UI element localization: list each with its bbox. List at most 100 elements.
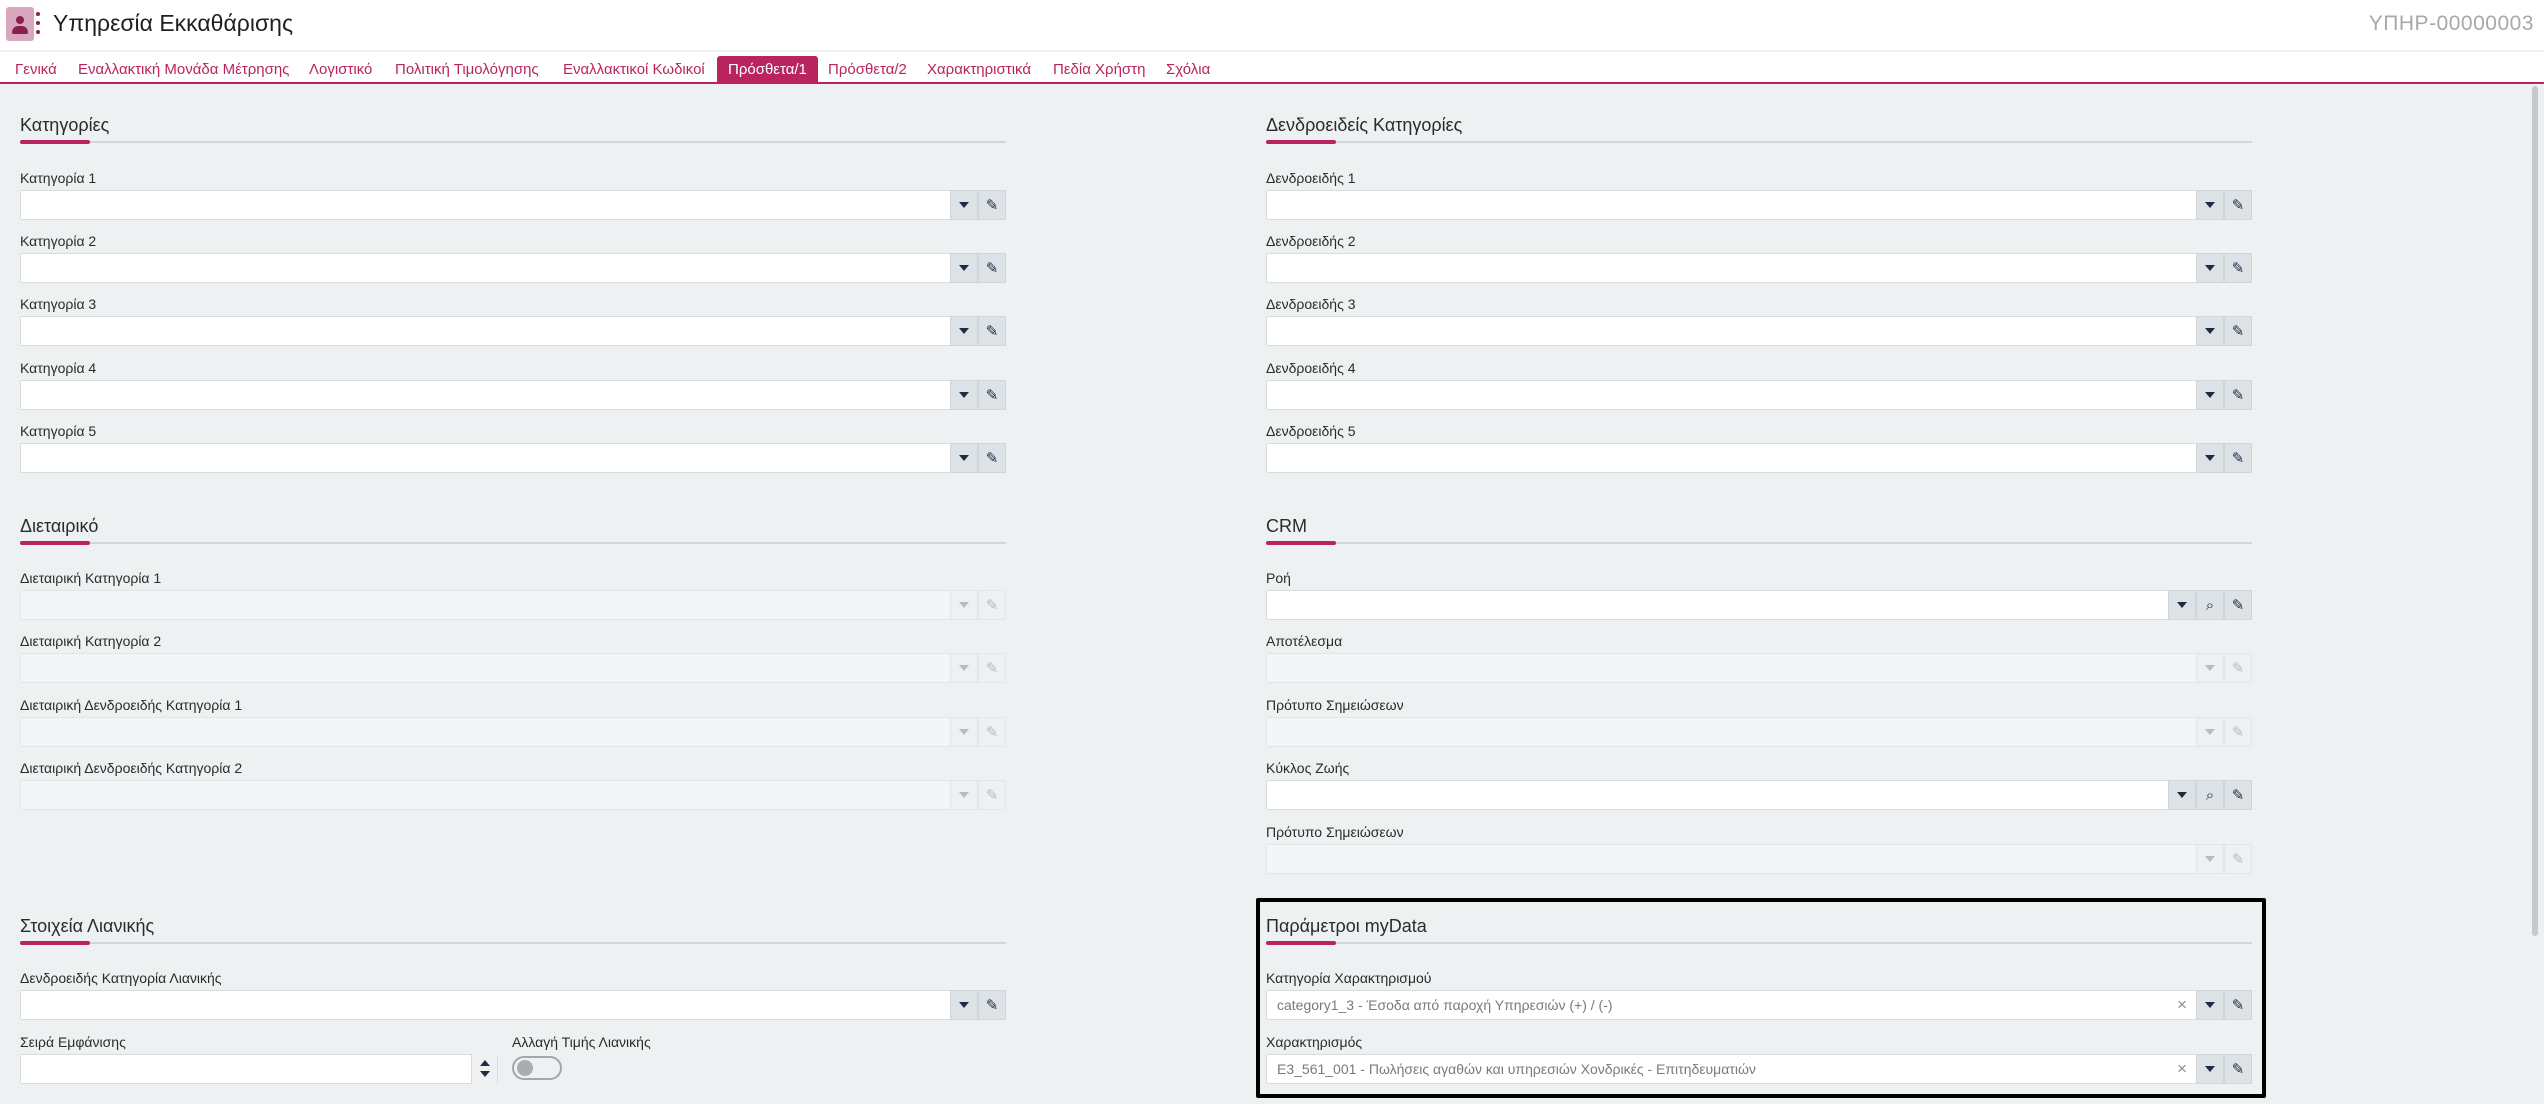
chevron-down-icon[interactable]: [2168, 780, 2196, 810]
divider: [1266, 141, 2252, 143]
edit-pencil-icon[interactable]: ✎: [978, 253, 1006, 283]
chevron-down-icon[interactable]: [2196, 190, 2224, 220]
edit-pencil-icon[interactable]: ✎: [2224, 190, 2252, 220]
edit-pencil-icon[interactable]: ✎: [978, 190, 1006, 220]
edit-pencil-icon: ✎: [978, 590, 1006, 620]
field-label: Δενδροειδής 1: [1266, 170, 1356, 186]
chevron-down-icon[interactable]: [950, 443, 978, 473]
user-icon[interactable]: [6, 7, 34, 41]
chevron-down-icon[interactable]: [2196, 316, 2224, 346]
retail-tree-category-field[interactable]: ✎: [20, 990, 1006, 1020]
chevron-down-icon[interactable]: [2196, 443, 2224, 473]
edit-pencil-icon[interactable]: ✎: [2224, 316, 2252, 346]
tree-categories-section: Δενδροειδείς Κατηγορίες Δενδροειδής 1 ✎ …: [1266, 115, 2252, 485]
record-code: ΥΠΗΡ-00000003: [2368, 12, 2534, 35]
section-title: CRM: [1266, 516, 1307, 536]
tree-category-4-field[interactable]: ✎: [1266, 380, 2252, 410]
retail-section: Στοιχεία Λιανικής Δενδροειδής Κατηγορία …: [20, 916, 1006, 1104]
tree-category-3-field[interactable]: ✎: [1266, 316, 2252, 346]
field-label: Διεταιρική Δενδροειδής Κατηγορία 2: [20, 760, 243, 776]
chevron-down-icon[interactable]: [950, 190, 978, 220]
lifecycle-field[interactable]: ⌕ ✎: [1266, 780, 2252, 810]
tab-alt-unit[interactable]: Εναλλακτική Μονάδα Μέτρησης: [78, 56, 289, 84]
chevron-down-icon: [950, 590, 978, 620]
category-2-field[interactable]: ✎: [20, 253, 1006, 283]
tab-comments[interactable]: Σχόλια: [1166, 56, 1210, 84]
section-accent: [20, 941, 90, 945]
chevron-down-icon[interactable]: [950, 990, 978, 1020]
section-accent: [1266, 541, 1336, 545]
search-icon[interactable]: ⌕: [2196, 780, 2224, 810]
section-title: Στοιχεία Λιανικής: [20, 916, 155, 936]
category-3-field[interactable]: ✎: [20, 316, 1006, 346]
flow-field[interactable]: ⌕ ✎: [1266, 590, 2252, 620]
field-label: Δενδροειδής 4: [1266, 360, 1356, 376]
tree-category-1-field[interactable]: ✎: [1266, 190, 2252, 220]
app-header: Υπηρεσία Εκκαθάρισης ΥΠΗΡ-00000003: [0, 0, 2544, 50]
field-label: Κατηγορία 5: [20, 423, 97, 439]
field-label: Κατηγορία 1: [20, 170, 97, 186]
edit-pencil-icon[interactable]: ✎: [2224, 780, 2252, 810]
intercompany-tree-category-2-field: ✎: [20, 780, 1006, 810]
intercompany-category-2-field: ✎: [20, 653, 1006, 683]
notes-template-2-field: ✎: [1266, 844, 2252, 874]
tree-category-5-field[interactable]: ✎: [1266, 443, 2252, 473]
vertical-scrollbar[interactable]: [2532, 86, 2538, 936]
field-label: Αλλαγή Τιμής Λιανικής: [512, 1034, 651, 1050]
chevron-down-icon[interactable]: [2196, 253, 2224, 283]
edit-pencil-icon[interactable]: ✎: [978, 380, 1006, 410]
field-label: Δενδροειδής 2: [1266, 233, 1356, 249]
tree-category-2-field[interactable]: ✎: [1266, 253, 2252, 283]
notes-template-field: ✎: [1266, 717, 2252, 747]
tab-accounting[interactable]: Λογιστικό: [309, 56, 372, 84]
tab-characteristics[interactable]: Χαρακτηριστικά: [927, 56, 1031, 84]
edit-pencil-icon[interactable]: ✎: [978, 443, 1006, 473]
edit-pencil-icon: ✎: [2224, 717, 2252, 747]
stepper-arrows-icon[interactable]: [471, 1054, 497, 1084]
section-title: Δενδροειδείς Κατηγορίες: [1266, 115, 1463, 135]
category-4-field[interactable]: ✎: [20, 380, 1006, 410]
edit-pencil-icon[interactable]: ✎: [978, 990, 1006, 1020]
search-icon[interactable]: ⌕: [2196, 590, 2224, 620]
chevron-down-icon[interactable]: [950, 253, 978, 283]
price-change-toggle[interactable]: [512, 1056, 562, 1080]
field-label: Σειρά Εμφάνισης: [20, 1034, 126, 1050]
section-title: Διεταιρικό: [20, 516, 99, 536]
tab-extra-1[interactable]: Πρόσθετα/1: [717, 56, 818, 84]
chevron-down-icon[interactable]: [950, 380, 978, 410]
edit-pencil-icon[interactable]: ✎: [2224, 590, 2252, 620]
edit-pencil-icon: ✎: [978, 780, 1006, 810]
chevron-down-icon: [2196, 653, 2224, 683]
categories-section: Κατηγορίες Κατηγορία 1 ✎ Κατηγορία 2 ✎ Κ…: [20, 115, 1006, 485]
edit-pencil-icon[interactable]: ✎: [2224, 380, 2252, 410]
menu-dots-icon[interactable]: [36, 12, 40, 36]
field-label: Διεταιρική Δενδροειδής Κατηγορία 1: [20, 697, 243, 713]
section-accent: [20, 140, 90, 144]
divider: [1266, 542, 2252, 544]
edit-pencil-icon[interactable]: ✎: [2224, 443, 2252, 473]
display-order-stepper[interactable]: [20, 1054, 498, 1084]
field-label: Πρότυπο Σημειώσεων: [1266, 697, 1404, 713]
tab-user-fields[interactable]: Πεδία Χρήστη: [1053, 56, 1145, 84]
tab-general[interactable]: Γενικά: [15, 56, 57, 84]
category-5-field[interactable]: ✎: [20, 443, 1006, 473]
edit-pencil-icon: ✎: [978, 653, 1006, 683]
tab-alt-codes[interactable]: Εναλλακτικοί Κωδικοί: [563, 56, 705, 84]
chevron-down-icon: [950, 780, 978, 810]
chevron-down-icon[interactable]: [950, 316, 978, 346]
chevron-down-icon[interactable]: [2196, 380, 2224, 410]
edit-pencil-icon: ✎: [2224, 653, 2252, 683]
intercompany-category-1-field: ✎: [20, 590, 1006, 620]
category-1-field[interactable]: ✎: [20, 190, 1006, 220]
chevron-down-icon: [950, 653, 978, 683]
chevron-down-icon[interactable]: [2168, 590, 2196, 620]
tab-extra-2[interactable]: Πρόσθετα/2: [828, 56, 907, 84]
field-label: Δενδροειδής 3: [1266, 296, 1356, 312]
divider: [20, 942, 1006, 944]
edit-pencil-icon[interactable]: ✎: [2224, 253, 2252, 283]
field-label: Αποτέλεσμα: [1266, 633, 1343, 649]
tab-pricing-policy[interactable]: Πολιτική Τιμολόγησης: [395, 56, 539, 84]
field-label: Κατηγορία 2: [20, 233, 97, 249]
field-label: Κατηγορία 4: [20, 360, 97, 376]
edit-pencil-icon[interactable]: ✎: [978, 316, 1006, 346]
